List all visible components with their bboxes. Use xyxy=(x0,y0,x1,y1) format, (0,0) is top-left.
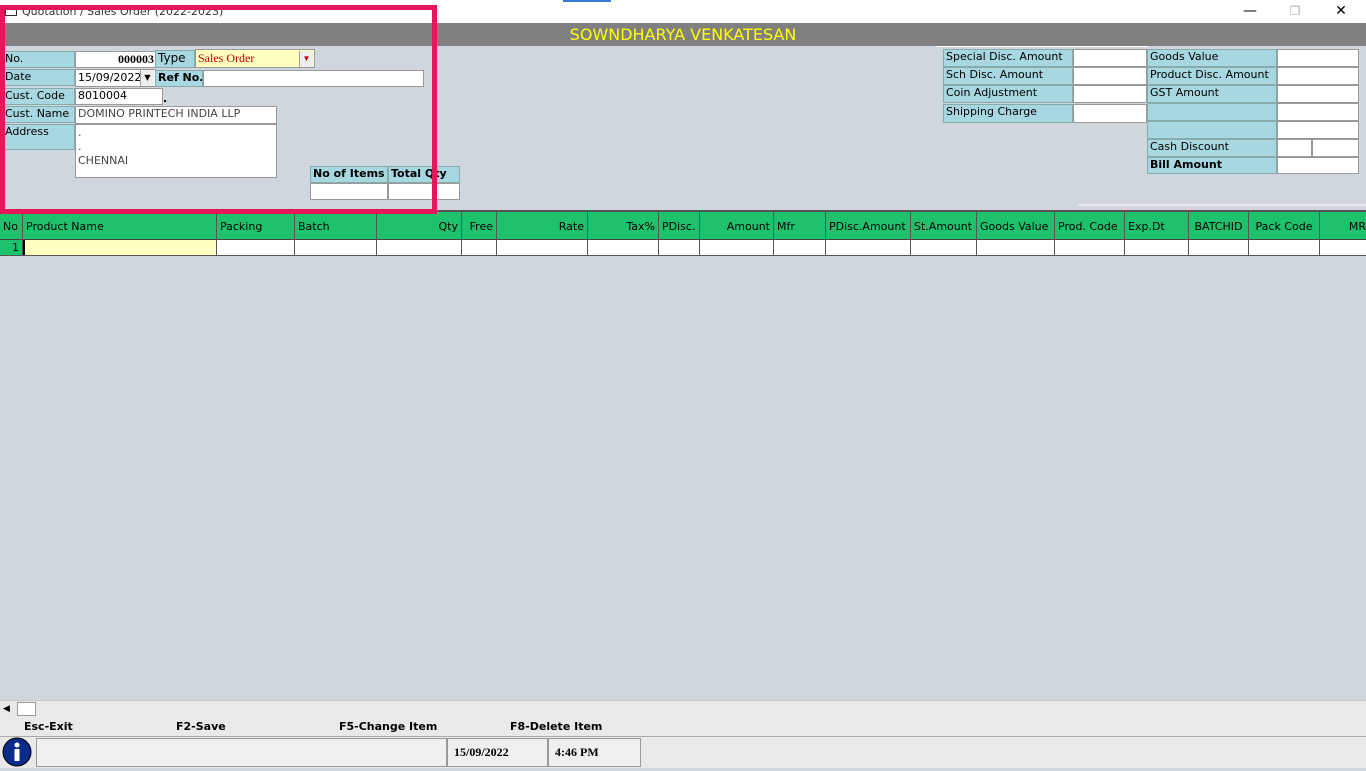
col-header-product-name[interactable]: Product Name xyxy=(23,212,217,241)
summary-divider-bottom xyxy=(1078,204,1366,206)
cell-qty[interactable] xyxy=(377,240,462,255)
info-icon xyxy=(1,737,34,768)
col-header-exp-dt[interactable]: Exp.Dt xyxy=(1125,212,1189,241)
cell-exp-dt[interactable] xyxy=(1125,240,1189,255)
col-header-st-amount[interactable]: St.Amount xyxy=(911,212,977,241)
cell-amount[interactable] xyxy=(700,240,774,255)
coin-adj-label: Coin Adjustment xyxy=(943,85,1073,103)
col-header-mfr[interactable]: Mfr xyxy=(774,212,826,241)
cell-batch[interactable] xyxy=(295,240,377,255)
row-number: 1 xyxy=(0,240,23,255)
bill-amount-field xyxy=(1277,157,1359,174)
status-message-panel xyxy=(36,738,447,767)
cell-pdisc[interactable] xyxy=(659,240,700,255)
cell-batchid[interactable] xyxy=(1189,240,1249,255)
col-header-batch[interactable]: Batch xyxy=(295,212,377,241)
col-header-goods-value[interactable]: Goods Value xyxy=(977,212,1055,241)
product-disc-field xyxy=(1277,67,1359,85)
f2-save-shortcut[interactable]: F2-Save xyxy=(176,720,226,733)
shortcut-bar: Esc-Exit F2-Save F5-Change Item F8-Delet… xyxy=(0,717,1366,736)
status-date: 15/09/2022 xyxy=(447,738,548,767)
titlebar-accent xyxy=(563,0,611,2)
cell-goods-value[interactable] xyxy=(977,240,1055,255)
col-header-free[interactable]: Free xyxy=(462,212,497,241)
col-header-batchid[interactable]: BATCHID xyxy=(1189,212,1249,241)
goods-value-label: Goods Value xyxy=(1147,49,1277,67)
summary-divider xyxy=(936,46,1148,47)
goods-value-field xyxy=(1277,49,1359,67)
col-header-prod-code[interactable]: Prod. Code xyxy=(1055,212,1125,241)
sch-disc-label: Sch Disc. Amount xyxy=(943,67,1073,85)
cell-free[interactable] xyxy=(462,240,497,255)
col-header-pdisc-amount[interactable]: PDisc.Amount xyxy=(826,212,911,241)
sch-disc-field[interactable] xyxy=(1073,67,1147,85)
cell-packing[interactable] xyxy=(217,240,295,255)
col-header-pack-code[interactable]: Pack Code xyxy=(1249,212,1320,241)
f5-change-item-shortcut[interactable]: F5-Change Item xyxy=(339,720,437,733)
col-header-qty[interactable]: Qty xyxy=(377,212,462,241)
col-header-amount[interactable]: Amount xyxy=(700,212,774,241)
gst-field xyxy=(1277,85,1359,103)
blank-field-1 xyxy=(1277,103,1359,121)
cell-rate[interactable] xyxy=(497,240,588,255)
close-button[interactable]: ✕ xyxy=(1318,0,1364,23)
items-grid-area[interactable] xyxy=(0,208,1366,700)
restore-button[interactable]: ❐ xyxy=(1272,0,1318,23)
scroll-left-icon[interactable]: ◀ xyxy=(3,704,10,714)
bill-amount-label: Bill Amount xyxy=(1147,157,1277,174)
cash-discount-percent[interactable] xyxy=(1277,139,1312,157)
col-header-mrp[interactable]: MR xyxy=(1320,212,1366,241)
minimize-button[interactable]: — xyxy=(1227,0,1273,23)
col-header-no[interactable]: No xyxy=(0,212,23,241)
col-header-pdisc[interactable]: PDisc. xyxy=(659,212,700,241)
coin-adj-field[interactable] xyxy=(1073,85,1147,103)
cell-mrp[interactable] xyxy=(1320,240,1366,255)
cell-pdisc-amount[interactable] xyxy=(826,240,911,255)
blank-field-2 xyxy=(1277,121,1359,139)
esc-exit-shortcut[interactable]: Esc-Exit xyxy=(24,720,73,733)
cash-discount-amount[interactable] xyxy=(1312,139,1359,157)
col-header-packing[interactable]: Packing xyxy=(217,212,295,241)
gst-label: GST Amount xyxy=(1147,85,1277,103)
col-header-tax[interactable]: Tax% xyxy=(588,212,659,241)
col-header-rate[interactable]: Rate xyxy=(497,212,588,241)
special-disc-label: Special Disc. Amount xyxy=(943,49,1073,67)
cell-tax[interactable] xyxy=(588,240,659,255)
shipping-label: Shipping Charge xyxy=(943,104,1073,123)
cash-discount-label: Cash Discount xyxy=(1147,139,1277,157)
highlight-box xyxy=(0,5,437,214)
grid-header: No Product Name Packing Batch Qty Free R… xyxy=(0,210,1366,241)
scroll-thumb[interactable] xyxy=(17,702,36,716)
cell-st-amount[interactable] xyxy=(911,240,977,255)
table-row[interactable]: 1 xyxy=(0,240,1366,256)
special-disc-field[interactable] xyxy=(1073,49,1147,67)
blank-label-1 xyxy=(1147,103,1277,121)
f8-delete-item-shortcut[interactable]: F8-Delete Item xyxy=(510,720,602,733)
blank-label-2 xyxy=(1147,121,1277,139)
status-time: 4:46 PM xyxy=(548,738,641,767)
product-disc-label: Product Disc. Amount xyxy=(1147,67,1277,85)
horizontal-scrollbar[interactable]: ◀ xyxy=(0,700,1366,717)
cell-mfr[interactable] xyxy=(774,240,826,255)
cell-prod-code[interactable] xyxy=(1055,240,1125,255)
cell-pack-code[interactable] xyxy=(1249,240,1320,255)
cell-product-name[interactable] xyxy=(23,240,217,255)
shipping-field[interactable] xyxy=(1073,104,1147,123)
